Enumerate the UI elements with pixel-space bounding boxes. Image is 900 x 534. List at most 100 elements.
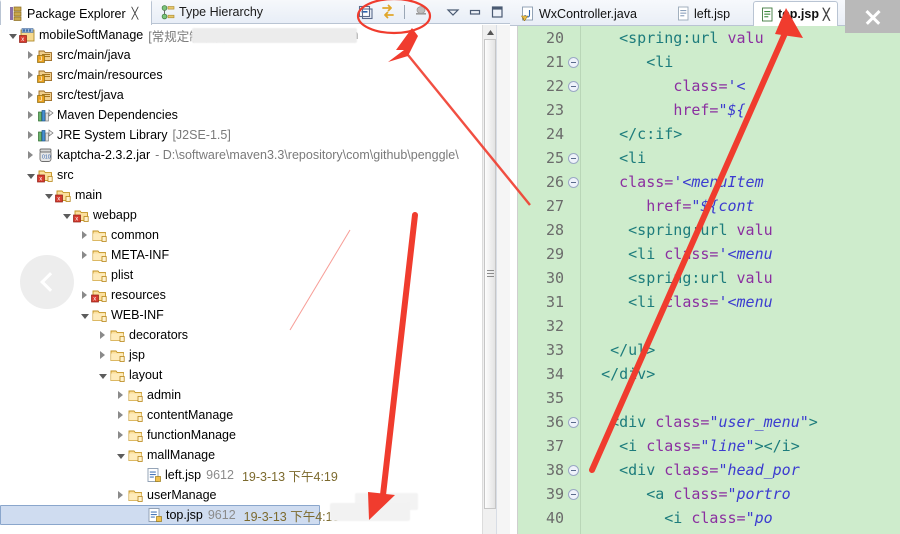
fold-collapse-icon[interactable] [567, 170, 580, 194]
scroll-up-arrow-icon[interactable] [483, 25, 497, 39]
tree-item[interactable]: common [0, 225, 496, 245]
tree-item[interactable]: x main [0, 185, 496, 205]
fold-collapse-icon[interactable] [567, 146, 580, 170]
tree-item[interactable]: mallManage [0, 445, 496, 465]
code-line[interactable]: <spring:url valu [583, 218, 900, 242]
maximize-icon[interactable] [488, 3, 506, 21]
code-line[interactable]: class='<menuItem [583, 170, 900, 194]
link-with-editor-icon[interactable] [379, 3, 397, 21]
view-menu-icon[interactable] [444, 3, 462, 21]
code-line[interactable]: <li class='<menu [583, 290, 900, 314]
tree-item[interactable]: x resources [0, 285, 496, 305]
project-tree[interactable]: x mobileSoftManage[常规定制项目0JAVAmobileSoft… [0, 25, 496, 534]
tree-item[interactable]: plist [0, 265, 496, 285]
code-token-str: '< [727, 77, 746, 95]
tree-item[interactable]: J src/main/java [0, 45, 496, 65]
editor-tab-leftjsp[interactable]: left.jsp [670, 1, 737, 26]
code-line[interactable]: <li [583, 146, 900, 170]
code-line[interactable] [583, 314, 900, 338]
twisty-expanded-icon[interactable] [42, 185, 55, 205]
tree-item[interactable]: J src/main/resources [0, 65, 496, 85]
twisty-expanded-icon[interactable] [6, 25, 19, 45]
twisty-collapsed-icon[interactable] [24, 45, 37, 65]
collapse-all-icon[interactable] [357, 3, 375, 21]
scrollbar-thumb[interactable] [484, 39, 496, 509]
close-icon[interactable]: ╳ [823, 8, 830, 21]
tree-item[interactable]: Maven Dependencies [0, 105, 496, 125]
fold-collapse-icon[interactable] [567, 50, 580, 74]
twisty-collapsed-icon[interactable] [24, 125, 37, 145]
twisty-collapsed-icon[interactable] [78, 245, 91, 265]
tree-item[interactable]: 010 kaptcha-2.3.2.jar - D:\software\maven… [0, 145, 496, 165]
tab-package-explorer[interactable]: Package Explorer ╳ [0, 0, 152, 25]
tree-item[interactable]: decorators [0, 325, 496, 345]
code-line[interactable]: <div class="head_por [583, 458, 900, 482]
close-overlay-button[interactable] [845, 0, 900, 33]
tree-item[interactable]: functionManage [0, 425, 496, 445]
close-icon[interactable]: ╳ [132, 7, 139, 20]
twisty-collapsed-icon[interactable] [78, 285, 91, 305]
tree-item-selected[interactable]: top.jsp 9612 19-3-13 下午4:19 [0, 505, 340, 525]
twisty-expanded-icon[interactable] [114, 445, 127, 465]
tree-item[interactable]: userManage [0, 485, 496, 505]
twisty-expanded-icon[interactable] [78, 305, 91, 325]
fold-collapse-icon[interactable] [567, 410, 580, 434]
code-line[interactable]: </ul> [583, 338, 900, 362]
code-line[interactable]: href="${ [583, 98, 900, 122]
code-line[interactable]: href="${cont [583, 194, 900, 218]
tree-item-label: jsp [129, 348, 145, 362]
editor-tab-wxcontroller[interactable]: ! WxController.java [514, 1, 644, 26]
twisty-collapsed-icon[interactable] [96, 325, 109, 345]
fold-collapse-icon[interactable] [567, 482, 580, 506]
twisty-collapsed-icon[interactable] [114, 485, 127, 505]
tree-item[interactable]: layout [0, 365, 496, 385]
twisty-collapsed-icon[interactable] [114, 425, 127, 445]
code-line[interactable]: <div class="user_menu"> [583, 410, 900, 434]
view-options-icon[interactable] [412, 3, 430, 21]
editor-marker-gutter[interactable] [510, 26, 518, 534]
code-line[interactable]: <li class='<menu [583, 242, 900, 266]
tree-item[interactable]: JRE System Library [J2SE-1.5] [0, 125, 496, 145]
tree-item[interactable]: J src/test/java [0, 85, 496, 105]
source-code[interactable]: <spring:url valu <li class='< href="${ <… [583, 26, 900, 534]
tree-vertical-scrollbar[interactable] [482, 25, 497, 534]
code-line[interactable]: <spring:url valu [583, 266, 900, 290]
tree-item[interactable]: admin [0, 385, 496, 405]
twisty-collapsed-icon[interactable] [24, 105, 37, 125]
twisty-collapsed-icon[interactable] [24, 65, 37, 85]
twisty-collapsed-icon[interactable] [114, 405, 127, 425]
twisty-expanded-icon[interactable] [24, 165, 37, 185]
minimize-icon[interactable] [466, 3, 484, 21]
twisty-collapsed-icon[interactable] [96, 345, 109, 365]
tree-item[interactable]: x src [0, 165, 496, 185]
code-line[interactable]: </c:if> [583, 122, 900, 146]
code-text-area[interactable]: 20 21 22 23 24 25 26 27 28 29 30 31 32 33 34 35 36 37 38 39… [510, 26, 900, 534]
twisty-collapsed-icon[interactable] [24, 85, 37, 105]
twisty-collapsed-icon[interactable] [78, 225, 91, 245]
twisty-expanded-icon[interactable] [96, 365, 109, 385]
fold-collapse-icon[interactable] [567, 458, 580, 482]
code-line[interactable]: class='< [583, 74, 900, 98]
tree-item[interactable]: x webapp [0, 205, 496, 225]
code-line[interactable]: <i class="line"></i> [583, 434, 900, 458]
code-line[interactable]: <a class="portro [583, 482, 900, 506]
twisty-collapsed-icon[interactable] [114, 385, 127, 405]
tree-item[interactable]: contentManage [0, 405, 496, 425]
folding-ruler[interactable] [567, 26, 581, 534]
tree-item[interactable]: META-INF [0, 245, 496, 265]
twisty-collapsed-icon[interactable] [24, 145, 37, 165]
code-line[interactable]: <i class="po [583, 506, 900, 530]
tree-item[interactable]: WEB-INF [0, 305, 496, 325]
editor-tab-topjsp[interactable]: top.jsp ╳ [753, 1, 838, 26]
back-navigation-button[interactable] [20, 255, 74, 309]
twisty-expanded-icon[interactable] [60, 205, 73, 225]
code-line[interactable]: <li [583, 50, 900, 74]
tree-item[interactable]: jsp [0, 345, 496, 365]
code-line[interactable]: </div> [583, 362, 900, 386]
tree-item[interactable]: left.jsp 9612 19-3-13 下午4:19 [0, 465, 496, 485]
eclipse-ide-window: Package Explorer ╳ Type Hierarchy x mobi… [0, 0, 900, 534]
svg-text:x: x [57, 197, 60, 203]
tab-type-hierarchy[interactable]: Type Hierarchy [154, 0, 302, 24]
code-line[interactable] [583, 386, 900, 410]
fold-collapse-icon[interactable] [567, 74, 580, 98]
